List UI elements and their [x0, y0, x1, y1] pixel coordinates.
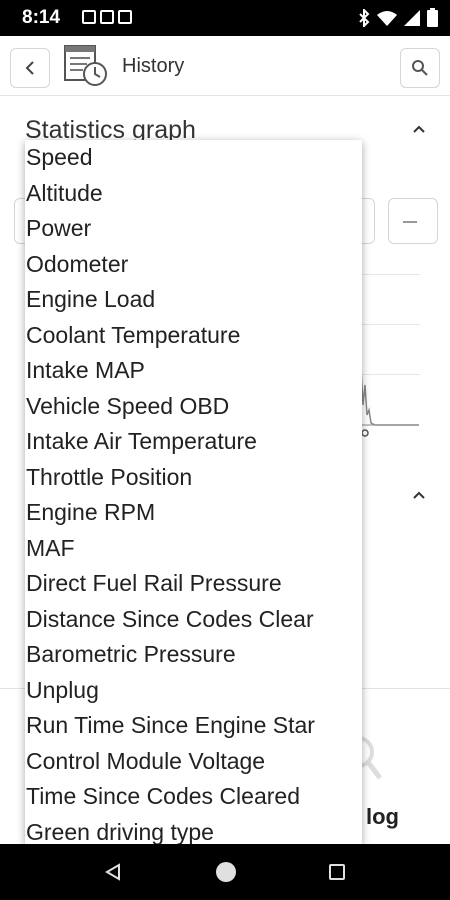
history-clock-icon — [64, 45, 107, 86]
dropdown-option[interactable]: Throttle Position — [25, 460, 362, 496]
chevron-up-icon[interactable] — [412, 124, 426, 134]
dropdown-option[interactable]: Intake Air Temperature — [25, 424, 362, 460]
dropdown-option[interactable]: Engine RPM — [25, 495, 362, 531]
dropdown-option[interactable]: Unplug — [25, 673, 362, 709]
dropdown-option[interactable]: Time Since Codes Cleared — [25, 779, 362, 815]
battery-icon — [427, 8, 438, 27]
system-nav-bar — [0, 844, 450, 900]
bluetooth-icon — [359, 8, 370, 27]
back-button[interactable] — [10, 48, 50, 88]
dropdown-option[interactable]: Coolant Temperature — [25, 318, 362, 354]
dropdown-option[interactable]: Distance Since Codes Clear — [25, 602, 362, 638]
dropdown-option[interactable]: Direct Fuel Rail Pressure — [25, 566, 362, 602]
dropdown-option[interactable]: MAF — [25, 531, 362, 567]
log-label: log — [366, 804, 399, 829]
grid-line — [362, 324, 420, 325]
app-bar: History — [0, 36, 450, 96]
nav-home-icon[interactable] — [216, 862, 236, 882]
status-time: 8:14 — [22, 7, 61, 28]
dropdown-option[interactable]: Control Module Voltage — [25, 744, 362, 780]
dropdown-option[interactable]: Speed — [25, 140, 362, 176]
dropdown-option[interactable]: Vehicle Speed OBD — [25, 389, 362, 425]
wifi-icon — [377, 10, 397, 26]
page-title: History — [122, 55, 185, 77]
chevron-up-icon[interactable] — [412, 490, 426, 500]
chevron-left-icon — [25, 61, 34, 75]
remove-button[interactable] — [388, 198, 438, 244]
status-bar: 8:14 — [0, 0, 450, 36]
dropdown-option[interactable]: Intake MAP — [25, 353, 362, 389]
image-notification-icon — [100, 10, 114, 24]
dropdown-option[interactable]: Engine Load — [25, 282, 362, 318]
notification-icons — [82, 10, 132, 24]
cell-signal-icon — [404, 9, 420, 26]
notification-icon — [118, 10, 132, 24]
nav-back-icon[interactable] — [104, 863, 122, 881]
dropdown-option[interactable]: Green driving type — [25, 815, 362, 845]
nav-recents-icon[interactable] — [329, 864, 345, 880]
dropdown-option[interactable]: Altitude — [25, 176, 362, 212]
search-button[interactable] — [400, 48, 440, 88]
system-status-icons — [358, 8, 438, 27]
dropdown-option[interactable]: Power — [25, 211, 362, 247]
dropdown-option[interactable]: Run Time Since Engine Star — [25, 708, 362, 744]
graph-line — [359, 349, 419, 437]
search-icon — [412, 60, 428, 76]
minus-icon — [403, 221, 417, 223]
parameter-dropdown-list: Speed Altitude Power Odometer Engine Loa… — [25, 140, 362, 844]
dropdown-option[interactable]: Barometric Pressure — [25, 637, 362, 673]
dropdown-option[interactable]: Odometer — [25, 247, 362, 283]
grid-line — [362, 274, 420, 275]
notification-icon — [82, 10, 96, 24]
